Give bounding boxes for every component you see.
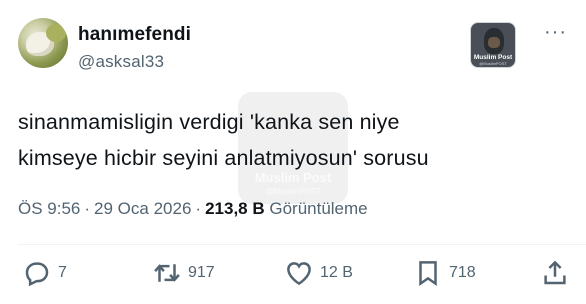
repost-icon [154,264,180,282]
heart-icon [287,262,311,286]
meta-separator: · [195,199,202,218]
source-badge[interactable]: Muslim Post @MuslimPOST [470,22,516,68]
views-label: Görüntüleme [269,199,368,218]
views-count: 213,8 B [205,199,265,218]
avatar[interactable] [18,18,68,68]
reply-icon [25,262,49,287]
avatar-image-shape-2 [46,24,66,42]
share-icon [544,260,566,285]
reply-count: 7 [58,264,67,281]
bookmark-count: 718 [449,264,476,281]
like-button[interactable]: 12 B [284,258,353,288]
bookmark-icon [419,261,437,287]
repost-button[interactable]: 917 [152,258,215,288]
tweet-meta: ÖS 9:56 · 29 Oca 2026 · 213,8 B Görüntüleme [18,199,368,219]
bookmark-button[interactable]: 718 [413,258,476,288]
tweet-text: sinanmamisligin verdigi 'kanka sen niye … [18,104,568,176]
tweet-date[interactable]: 29 Oca 2026 [94,199,191,218]
reply-button[interactable]: 7 [22,258,67,288]
watermark-sublabel: @MuslimPOST [265,187,321,196]
divider [18,244,586,245]
tweet-line: kimseye hicbir seyini anlatmiyosun' soru… [18,146,429,170]
author-handle[interactable]: @asksal33 [78,52,164,72]
more-horizontal-icon[interactable]: ··· [544,22,567,42]
tweet-time[interactable]: ÖS 9:56 [18,199,80,218]
badge-sublabel: @MuslimPOST [479,61,507,66]
badge-label: Muslim Post [473,54,513,61]
author-display-name[interactable]: hanımefendi [78,24,191,46]
share-button[interactable] [540,258,570,288]
meta-separator: · [84,199,91,218]
like-count: 12 B [320,264,353,281]
tweet-line: sinanmamisligin verdigi 'kanka sen niye [18,110,400,134]
badge-avatar-face [484,28,504,54]
repost-count: 917 [188,264,215,281]
